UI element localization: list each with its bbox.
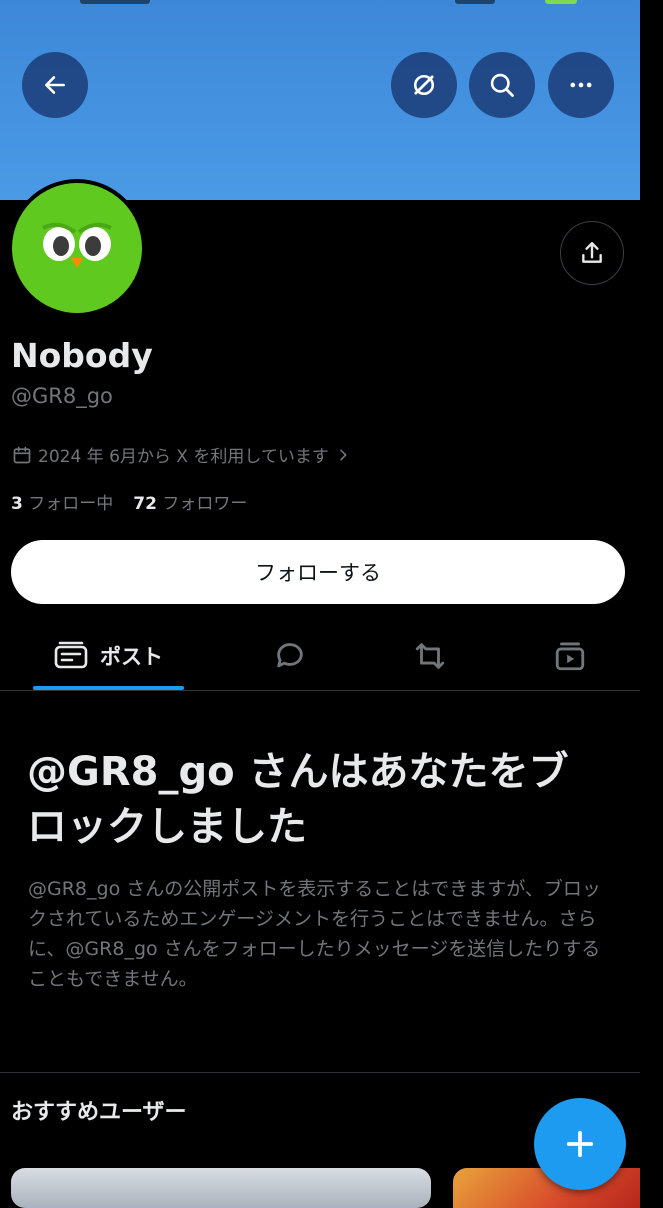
compose-button[interactable] — [534, 1098, 626, 1190]
avatar[interactable] — [8, 179, 146, 317]
owl-icon — [42, 222, 112, 268]
following-count: 3 — [11, 494, 23, 514]
repost-icon — [415, 643, 445, 669]
followers-count: 72 — [133, 494, 157, 514]
blocked-title: @GR8_go さんはあなたをブロックしました — [27, 749, 569, 850]
status-bar-signal — [455, 0, 495, 4]
avatar-image — [12, 183, 142, 313]
following-label: フォロー中 — [28, 494, 114, 514]
calendar-icon — [13, 446, 31, 463]
status-bar-time — [80, 0, 150, 4]
more-button[interactable] — [548, 52, 614, 118]
tab-posts-label: ポスト — [100, 645, 163, 669]
follow-button[interactable]: フォローする — [11, 540, 625, 604]
following-link[interactable]: 3 フォロー中 — [11, 489, 113, 514]
more-horizontal-icon — [570, 82, 592, 88]
grok-button[interactable] — [391, 52, 457, 118]
followers-label: フォロワー — [162, 494, 248, 514]
back-button[interactable] — [22, 52, 88, 118]
tab-media[interactable] — [500, 622, 640, 690]
search-button[interactable] — [469, 52, 535, 118]
plus-icon — [566, 1130, 594, 1158]
screen-edge — [640, 0, 663, 1200]
followers-link[interactable]: 72 フォロワー — [133, 489, 247, 514]
profile-handle: @GR8_go — [11, 384, 113, 408]
chevron-right-icon — [340, 449, 347, 460]
recommended-users-title: おすすめユーザー — [11, 1100, 187, 1125]
grok-icon — [413, 74, 435, 96]
reply-icon — [277, 643, 303, 668]
posts-icon — [54, 641, 88, 669]
joined-text: 2024 年 6月から X を利用しています — [38, 447, 329, 467]
follow-stats: 3 フォロー中 72 フォロワー — [11, 489, 247, 514]
status-bar-battery — [545, 0, 577, 4]
section-divider — [0, 1072, 640, 1073]
blocked-description: @GR8_go さんの公開ポストを表示することはできますが、ブロックされているた… — [28, 878, 601, 990]
profile-banner — [0, 0, 640, 200]
joined-date[interactable]: 2024 年 6月から X を利用しています — [12, 442, 351, 467]
media-icon — [555, 642, 585, 671]
profile-tabs: ポスト — [0, 622, 640, 691]
recommended-user-card[interactable] — [11, 1168, 431, 1208]
arrow-left-icon — [45, 76, 65, 94]
search-icon — [490, 73, 514, 97]
profile-name: Nobody — [11, 336, 153, 375]
tab-reposts[interactable] — [360, 622, 500, 690]
share-icon — [582, 242, 602, 263]
tab-active-indicator — [33, 686, 184, 690]
tab-posts[interactable]: ポスト — [33, 622, 184, 690]
tab-replies[interactable] — [220, 622, 360, 690]
share-button[interactable] — [560, 221, 624, 285]
